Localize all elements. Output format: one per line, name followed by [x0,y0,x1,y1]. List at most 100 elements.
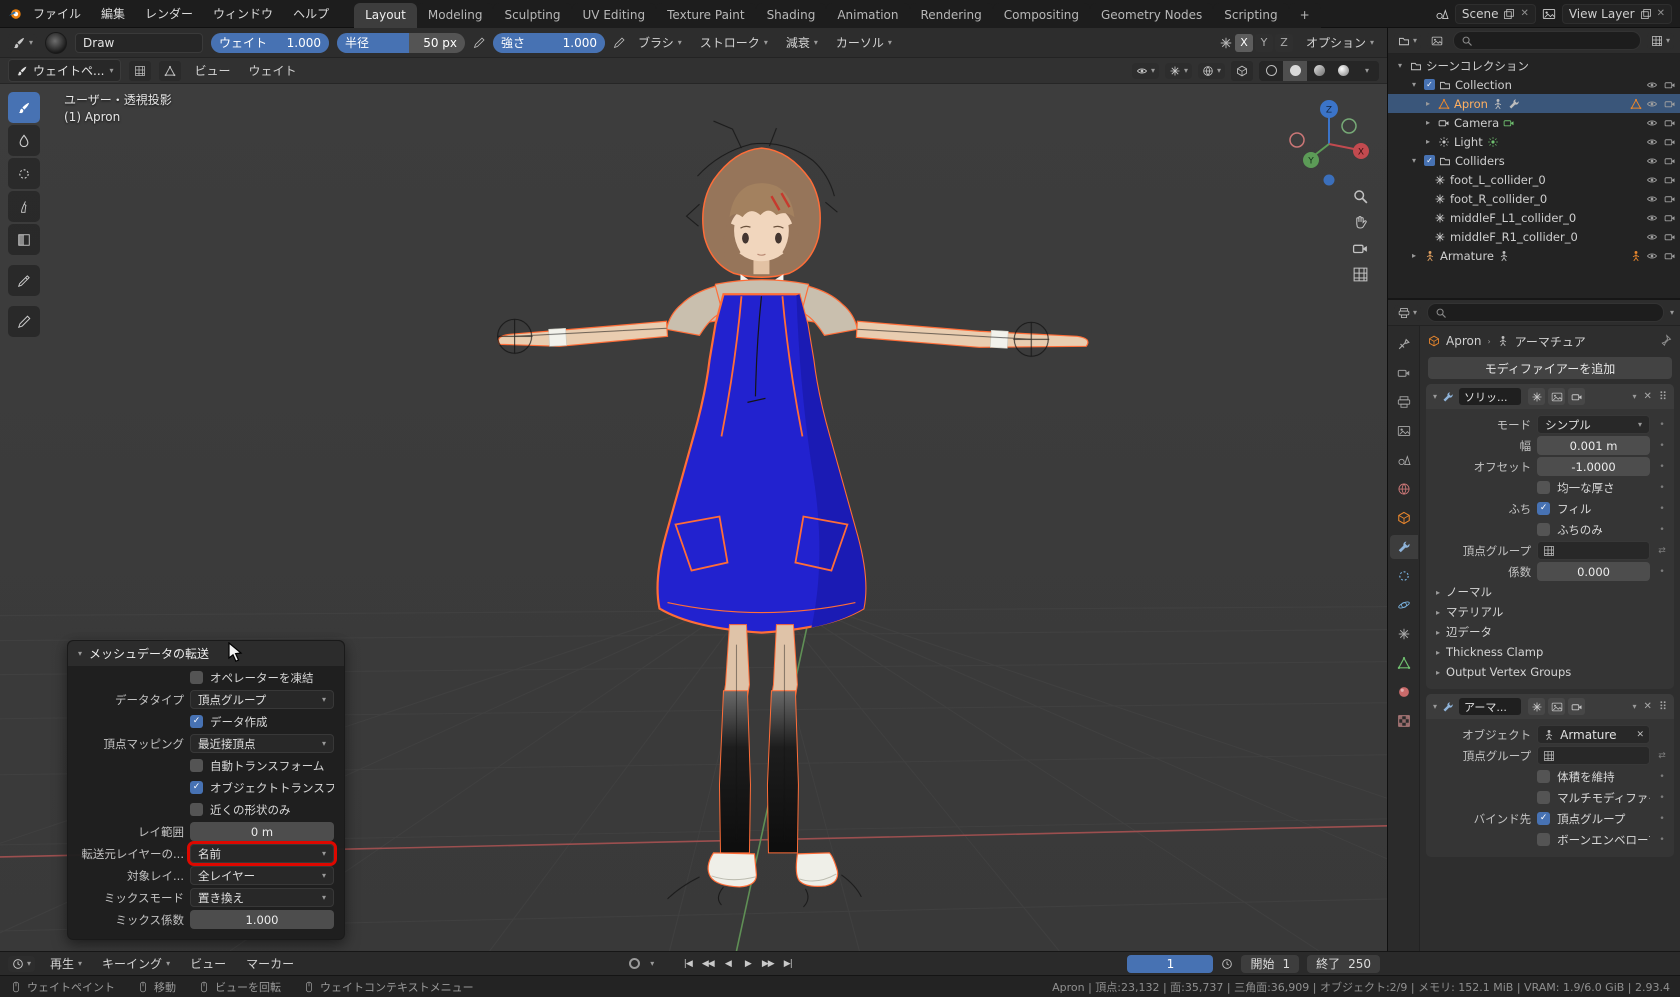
ray-radius-field[interactable]: 0 m [190,822,334,841]
timeline-view-menu[interactable]: ビュー [185,953,231,974]
shading-material[interactable] [1307,61,1331,81]
camera-view-icon[interactable] [1352,240,1369,257]
brush-name-field[interactable]: Draw [75,32,204,53]
play-reverse-button[interactable]: ◀ [718,955,737,973]
camera-render-icon[interactable] [1664,117,1676,129]
viewport-canvas[interactable]: ユーザー・透視投影 (1) Apron Z Y X ▾ メッシュデータの転送 オ… [0,84,1387,951]
outliner-row-scene-collection[interactable]: ▾ シーンコレクション [1388,56,1680,75]
gizmo-neg-y[interactable] [1341,118,1357,134]
eye-icon[interactable] [1646,136,1658,148]
tab-rendering[interactable]: Rendering [909,2,993,28]
eye-icon[interactable] [1646,155,1658,167]
camera-render-icon[interactable] [1664,79,1676,91]
drag-handle[interactable]: ⠿ [1659,390,1667,403]
overlays-dropdown[interactable]: ▾ [1197,62,1225,79]
tab-constraints[interactable] [1390,622,1418,646]
camera-render-icon[interactable] [1664,98,1676,110]
edit-mode-toggle[interactable] [1528,698,1546,715]
breadcrumb-sub[interactable]: アーマチュア [1515,333,1586,350]
menu-file[interactable]: ファイル [24,2,90,25]
section-edge-data[interactable]: ▸ 辺データ [1432,622,1668,642]
outliner-row-colliders[interactable]: ▾ ✓ Colliders [1388,151,1680,170]
eye-icon[interactable] [1646,212,1658,224]
section-output-vertex-groups[interactable]: ▸ Output Vertex Groups [1432,662,1668,682]
view-menu[interactable]: ビュー [189,60,235,81]
solidify-vertex-group-field[interactable] [1537,541,1650,560]
tool-gradient[interactable] [8,224,40,255]
render-toggle[interactable] [1568,388,1586,405]
outliner-row-armature[interactable]: ▸ Armature [1388,246,1680,265]
tab-view-layer[interactable] [1390,419,1418,443]
collapse-icon[interactable]: ▾ [78,649,82,658]
camera-render-icon[interactable] [1664,193,1676,205]
invert-vertex-group-icon[interactable]: ⇄ [1656,751,1668,761]
tool-average[interactable] [8,158,40,189]
destination-layers-dropdown[interactable]: 全レイヤー ▾ [190,866,334,885]
extras-dropdown[interactable]: ▾ [1633,702,1637,711]
character-model[interactable] [497,120,1089,908]
brush-menu[interactable]: ブラシ ▾ [633,32,687,53]
gizmo-neg-x[interactable] [1289,132,1305,148]
brush-preview[interactable] [45,31,68,54]
mode-selector[interactable]: ウェイトペ... ▾ [8,59,122,82]
tab-scene[interactable] [1390,448,1418,472]
tab-material[interactable] [1390,680,1418,704]
tab-animation[interactable]: Animation [826,2,910,28]
delete-modifier-icon[interactable]: ✕ [1644,701,1652,712]
even-thickness-checkbox[interactable]: 均一な厚さ [1537,480,1650,496]
add-modifier-button[interactable]: モディファイアーを追加 [1428,357,1672,379]
scene-browse-icon[interactable] [1435,7,1449,21]
mirror-z-toggle[interactable]: Z [1274,33,1293,52]
outliner-filter-dropdown[interactable]: ▾ [1646,32,1674,49]
tab-output[interactable] [1390,390,1418,414]
vertex-mask-toggle[interactable] [159,60,182,81]
outliner-row-camera[interactable]: ▸ Camera [1388,113,1680,132]
source-layers-dropdown[interactable]: 名前 ▾ [187,841,337,866]
shading-solid[interactable] [1283,60,1307,81]
menu-render[interactable]: レンダー [136,2,202,25]
camera-render-icon[interactable] [1664,155,1676,167]
armature-vertex-group-field[interactable] [1537,746,1650,765]
object-visibility-dropdown[interactable]: ▾ [1131,62,1159,79]
tab-world[interactable] [1390,477,1418,501]
tab-layout[interactable]: Layout [354,2,417,28]
only-neighbor-checkbox[interactable]: 近くの形状のみ [190,802,334,818]
rim-only-checkbox[interactable]: ふちのみ [1537,522,1650,538]
properties-filter-dropdown[interactable]: ▾ [1670,308,1674,317]
operator-panel-header[interactable]: ▾ メッシュデータの転送 [68,641,344,666]
outliner-row-foot-l-collider[interactable]: foot_L_collider_0 [1388,170,1680,189]
new-scene-icon[interactable] [1503,8,1515,20]
tool-annotate[interactable] [8,306,40,337]
auto-keying-dropdown[interactable]: ▾ [650,959,654,968]
camera-render-icon[interactable] [1664,250,1676,262]
solidify-thickness-field[interactable]: 0.001 m [1537,436,1650,455]
cursor-menu[interactable]: カーソル ▾ [831,32,897,53]
outliner-row-apron[interactable]: ▸ Apron [1388,94,1680,113]
armature-header[interactable]: ▾ アーマ... ▾ ✕ ⠿ [1426,694,1674,719]
remove-view-layer-icon[interactable]: ✕ [1657,8,1665,19]
solidify-mode-dropdown[interactable]: シンプル ▾ [1537,415,1650,434]
solidify-name-field[interactable]: ソリッ... [1459,388,1522,405]
armature-object-field[interactable]: Armature ✕ [1537,725,1650,744]
new-view-layer-icon[interactable] [1640,8,1652,20]
eye-icon[interactable] [1646,79,1658,91]
tab-uv-editing[interactable]: UV Editing [571,2,657,28]
view-layer-browse-icon[interactable] [1542,7,1556,21]
camera-render-icon[interactable] [1664,136,1676,148]
unlink-scene-icon[interactable]: ✕ [1520,8,1528,19]
menu-window[interactable]: ウィンドウ [204,2,282,25]
preserve-volume-checkbox[interactable]: 体積を維持 [1537,769,1650,785]
mix-factor-slider[interactable]: 1.000 [190,910,334,929]
realtime-toggle[interactable] [1548,698,1566,715]
tool-sample-weight[interactable] [8,265,40,296]
pan-hand-icon[interactable] [1352,214,1369,231]
edit-mode-toggle[interactable] [1528,388,1546,405]
drag-handle[interactable]: ⠿ [1659,700,1667,713]
pin-icon[interactable] [1660,334,1672,346]
weight-slider[interactable]: ウェイト 1.000 [211,32,330,53]
eye-icon[interactable] [1646,231,1658,243]
shading-rendered[interactable] [1331,61,1355,81]
prev-keyframe-button[interactable]: ◀◀ [698,955,717,973]
add-workspace-button[interactable]: + [1288,2,1321,28]
zoom-icon[interactable] [1352,188,1369,205]
